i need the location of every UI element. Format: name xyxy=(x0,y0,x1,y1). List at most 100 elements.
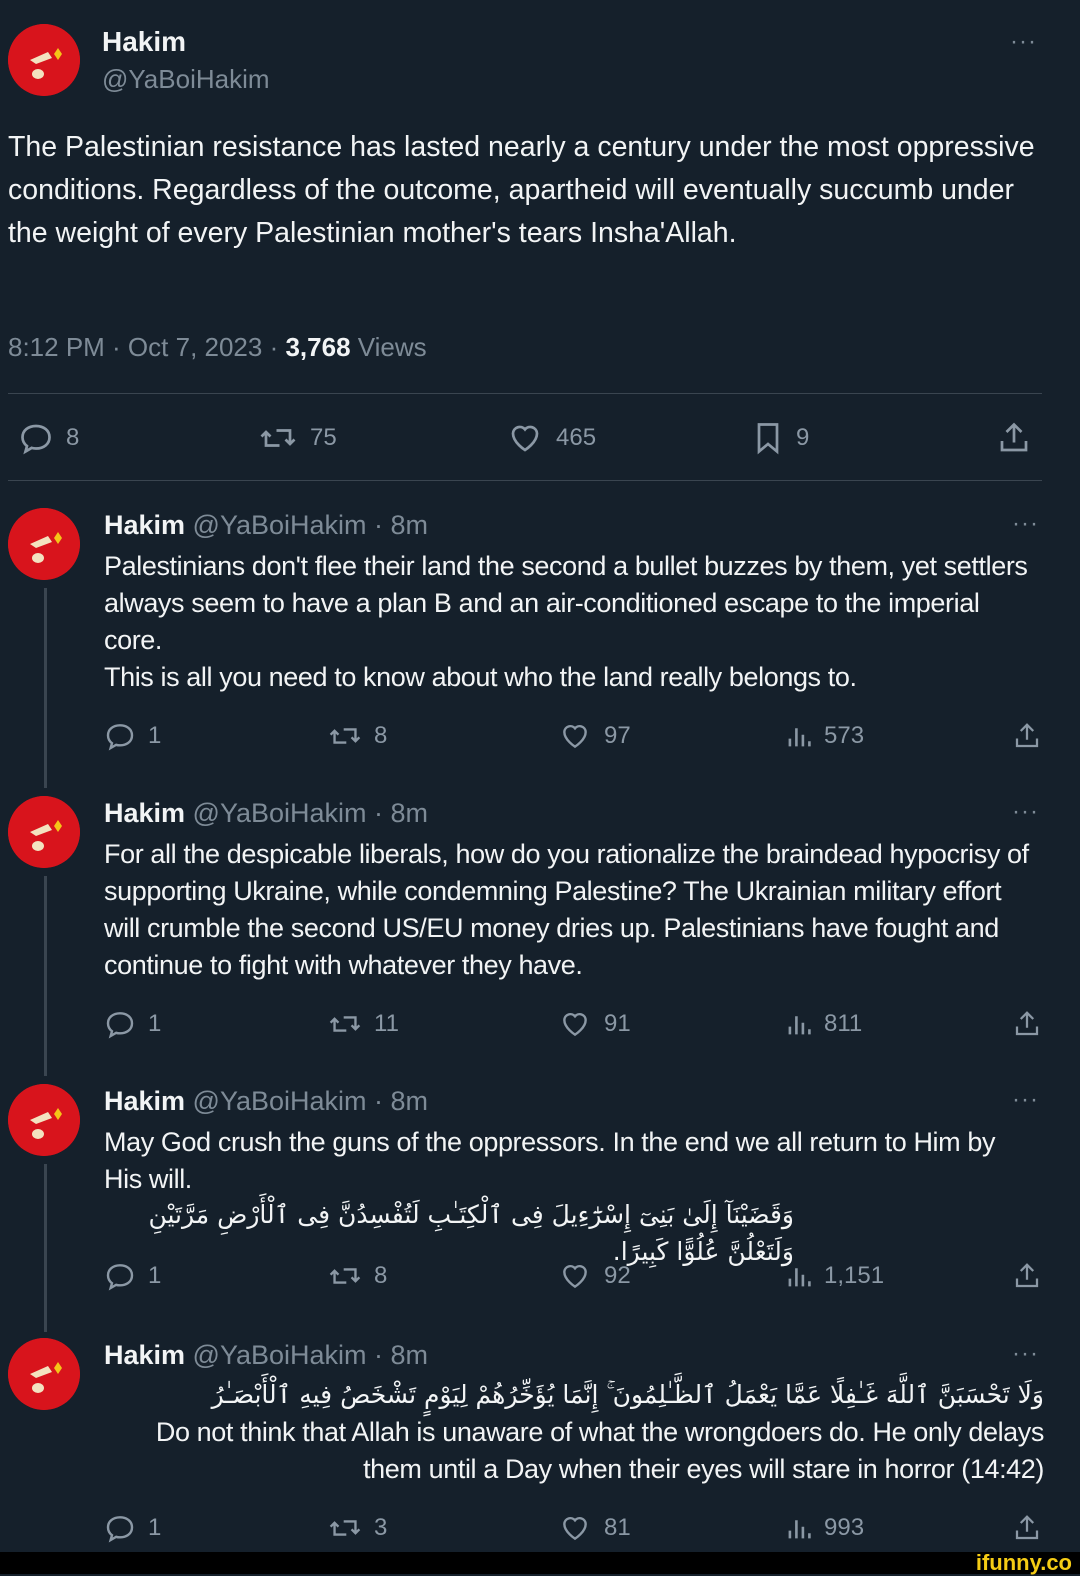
views-icon xyxy=(788,728,811,747)
like-button[interactable]: 92 xyxy=(558,1260,631,1292)
views-button[interactable]: 811 xyxy=(786,1008,862,1040)
avatar[interactable] xyxy=(8,796,80,868)
like-button[interactable]: 465 xyxy=(506,420,596,456)
repost-icon xyxy=(329,1520,361,1536)
like-icon xyxy=(563,724,587,749)
like-icon xyxy=(563,1516,587,1541)
repost-count: 8 xyxy=(374,722,388,749)
author-handle[interactable]: @YaBoiHakim · 8m xyxy=(185,1340,428,1370)
like-icon xyxy=(563,1012,587,1037)
views-count: 1,151 xyxy=(824,1262,885,1289)
bookmark-button[interactable]: 9 xyxy=(752,420,809,456)
reply-header: Hakim @YaBoiHakim · 8m xyxy=(104,798,428,829)
repost-button[interactable]: 75 xyxy=(258,420,337,456)
author-name[interactable]: Hakim xyxy=(104,510,185,540)
views-button[interactable]: 573 xyxy=(786,720,864,752)
more-icon[interactable]: ··· xyxy=(1012,510,1039,538)
tweet-meta: 8:12 PM · Oct 7, 2023 · 3,768 Views xyxy=(8,332,427,363)
repost-button[interactable]: 8 xyxy=(328,720,387,752)
avatar[interactable] xyxy=(8,1084,80,1156)
like-button[interactable]: 81 xyxy=(558,1512,631,1544)
views-label: Views xyxy=(350,332,427,362)
views-button[interactable]: 993 xyxy=(786,1512,864,1544)
views-icon xyxy=(788,1016,811,1035)
reply-text: For all the despicable liberals, how do … xyxy=(104,839,1029,980)
reply-icon xyxy=(106,1012,134,1039)
reply-icon xyxy=(106,1516,134,1543)
like-icon xyxy=(563,1264,587,1289)
reply-button[interactable]: 1 xyxy=(104,1512,161,1544)
author-handle[interactable]: @YaBoiHakim xyxy=(102,64,270,95)
avatar[interactable] xyxy=(8,24,80,96)
share-button[interactable] xyxy=(1012,1512,1042,1544)
views-button[interactable]: 1,151 xyxy=(786,1260,884,1292)
more-icon[interactable]: ··· xyxy=(1012,1086,1039,1114)
watermark-bar: ifunny.co xyxy=(0,1550,1080,1575)
like-count: 97 xyxy=(604,722,631,749)
tweet-thread-screenshot: Hakim @YaBoiHakim ··· The Palestinian re… xyxy=(0,0,1080,1575)
views-count: 993 xyxy=(824,1514,865,1541)
repost-count: 11 xyxy=(374,1010,399,1037)
repost-icon xyxy=(329,1268,361,1284)
reply-header: Hakim @YaBoiHakim · 8m xyxy=(104,1086,428,1117)
share-icon xyxy=(1015,723,1039,748)
avatar-image xyxy=(8,1084,80,1156)
avatar[interactable] xyxy=(8,508,80,580)
reply-header: Hakim @YaBoiHakim · 8m xyxy=(104,510,428,541)
tweet-text: The Palestinian resistance has lasted ne… xyxy=(8,131,1035,249)
reply-button[interactable]: 1 xyxy=(104,1008,161,1040)
like-button[interactable]: 97 xyxy=(558,720,631,752)
repost-button[interactable]: 3 xyxy=(328,1512,387,1544)
like-button[interactable]: 91 xyxy=(558,1008,631,1040)
author-handle[interactable]: @YaBoiHakim · 8m xyxy=(185,510,428,540)
share-icon xyxy=(1015,1515,1039,1540)
share-button[interactable] xyxy=(1012,1260,1042,1292)
views-count: 3,768 xyxy=(285,332,351,362)
reply-count: 1 xyxy=(148,1262,162,1289)
views-icon xyxy=(788,1268,811,1287)
repost-button[interactable]: 8 xyxy=(328,1260,387,1292)
reply-button[interactable]: 1 xyxy=(104,1260,161,1292)
more-icon[interactable]: ··· xyxy=(1012,798,1039,826)
author-name[interactable]: Hakim xyxy=(104,1086,185,1116)
share-button[interactable] xyxy=(1012,1008,1042,1040)
author-name[interactable]: Hakim xyxy=(104,1340,185,1370)
share-icon xyxy=(1015,1011,1039,1036)
ifunny-watermark: ifunny.co xyxy=(975,1550,1072,1575)
reply-button[interactable]: 1 xyxy=(104,720,161,752)
share-button[interactable] xyxy=(1012,720,1042,752)
share-icon xyxy=(1015,1263,1039,1288)
reply-icon xyxy=(106,724,134,751)
reply-text: Palestinians don't flee their land the s… xyxy=(104,551,1028,692)
reply-icon xyxy=(21,424,51,455)
reply-header: Hakim @YaBoiHakim · 8m xyxy=(104,1340,428,1371)
reply-count: 1 xyxy=(148,1514,162,1541)
repost-icon xyxy=(260,429,296,447)
author-handle[interactable]: @YaBoiHakim · 8m xyxy=(185,798,428,828)
more-icon[interactable]: ··· xyxy=(1012,1340,1039,1368)
repost-icon xyxy=(329,1016,361,1032)
avatar-image xyxy=(8,508,80,580)
thread-line xyxy=(44,876,47,1076)
views-icon xyxy=(788,1520,811,1539)
author-name[interactable]: Hakim xyxy=(102,26,186,58)
reply-count: 8 xyxy=(66,424,80,451)
like-count: 91 xyxy=(604,1010,631,1037)
reply-icon xyxy=(106,1264,134,1291)
share-button[interactable] xyxy=(996,420,1032,456)
thread-line xyxy=(44,588,47,788)
author-name[interactable]: Hakim xyxy=(104,798,185,828)
reply-text: May God crush the guns of the oppressors… xyxy=(104,1127,996,1194)
tweet-timestamp[interactable]: 8:12 PM · Oct 7, 2023 · xyxy=(8,332,285,362)
thread-line xyxy=(44,1164,47,1332)
author-handle[interactable]: @YaBoiHakim · 8m xyxy=(185,1086,428,1116)
avatar-image xyxy=(8,24,80,96)
like-count: 465 xyxy=(556,424,597,451)
bookmark-icon xyxy=(757,423,779,455)
more-icon[interactable]: ··· xyxy=(1010,28,1037,56)
avatar-image xyxy=(8,1338,80,1410)
avatar-image xyxy=(8,796,80,868)
repost-button[interactable]: 11 xyxy=(328,1008,399,1040)
avatar[interactable] xyxy=(8,1338,80,1410)
reply-button[interactable]: 8 xyxy=(18,420,79,456)
